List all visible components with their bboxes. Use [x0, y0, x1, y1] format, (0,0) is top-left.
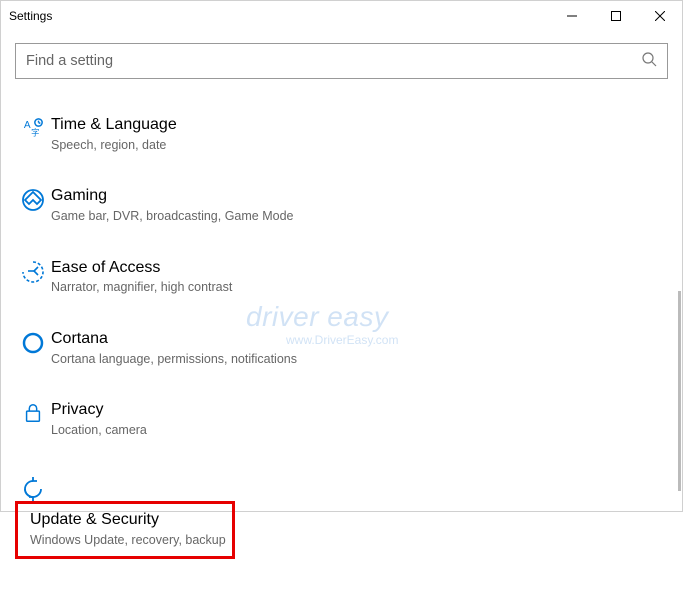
search-input[interactable] [26, 53, 641, 69]
item-update-security[interactable]: Update & Security Windows Update, recove… [15, 501, 235, 558]
item-privacy[interactable]: Privacy Location, camera [15, 398, 668, 441]
item-desc: Narrator, magnifier, high contrast [51, 279, 668, 297]
item-title: Gaming [51, 186, 668, 207]
item-title: Time & Language [51, 115, 668, 136]
item-desc: Windows Update, recovery, backup [30, 532, 228, 550]
cortana-icon [15, 329, 51, 355]
item-title: Update & Security [30, 510, 228, 531]
update-security-icon [15, 469, 51, 501]
search-icon [641, 51, 657, 72]
item-time-language[interactable]: A 字 Time & Language Speech, region, date [15, 113, 668, 156]
item-title: Ease of Access [51, 258, 668, 279]
item-desc: Location, camera [51, 422, 668, 440]
item-cortana[interactable]: Cortana Cortana language, permissions, n… [15, 327, 668, 370]
settings-list: A 字 Time & Language Speech, region, date… [15, 113, 668, 559]
titlebar: Settings [1, 1, 682, 31]
minimize-icon [567, 11, 577, 21]
maximize-icon [611, 11, 621, 21]
search-box[interactable] [15, 43, 668, 79]
scrollbar[interactable] [678, 291, 681, 491]
item-title: Privacy [51, 400, 668, 421]
item-ease-of-access[interactable]: Ease of Access Narrator, magnifier, high… [15, 256, 668, 299]
content-area: A 字 Time & Language Speech, region, date… [1, 31, 682, 599]
item-desc: Speech, region, date [51, 137, 668, 155]
close-icon [655, 11, 665, 21]
svg-text:字: 字 [31, 127, 39, 137]
window-title: Settings [9, 9, 52, 23]
privacy-icon [15, 400, 51, 424]
time-language-icon: A 字 [15, 115, 51, 139]
svg-text:A: A [24, 120, 31, 131]
item-update-security-row: Update & Security Windows Update, recove… [15, 469, 668, 558]
minimize-button[interactable] [550, 1, 594, 31]
window-controls [550, 1, 682, 31]
gaming-icon [15, 186, 51, 212]
item-gaming[interactable]: Gaming Game bar, DVR, broadcasting, Game… [15, 184, 668, 227]
item-desc: Game bar, DVR, broadcasting, Game Mode [51, 208, 668, 226]
item-title: Cortana [51, 329, 668, 350]
maximize-button[interactable] [594, 1, 638, 31]
ease-of-access-icon [15, 258, 51, 284]
close-button[interactable] [638, 1, 682, 31]
item-desc: Cortana language, permissions, notificat… [51, 351, 668, 369]
